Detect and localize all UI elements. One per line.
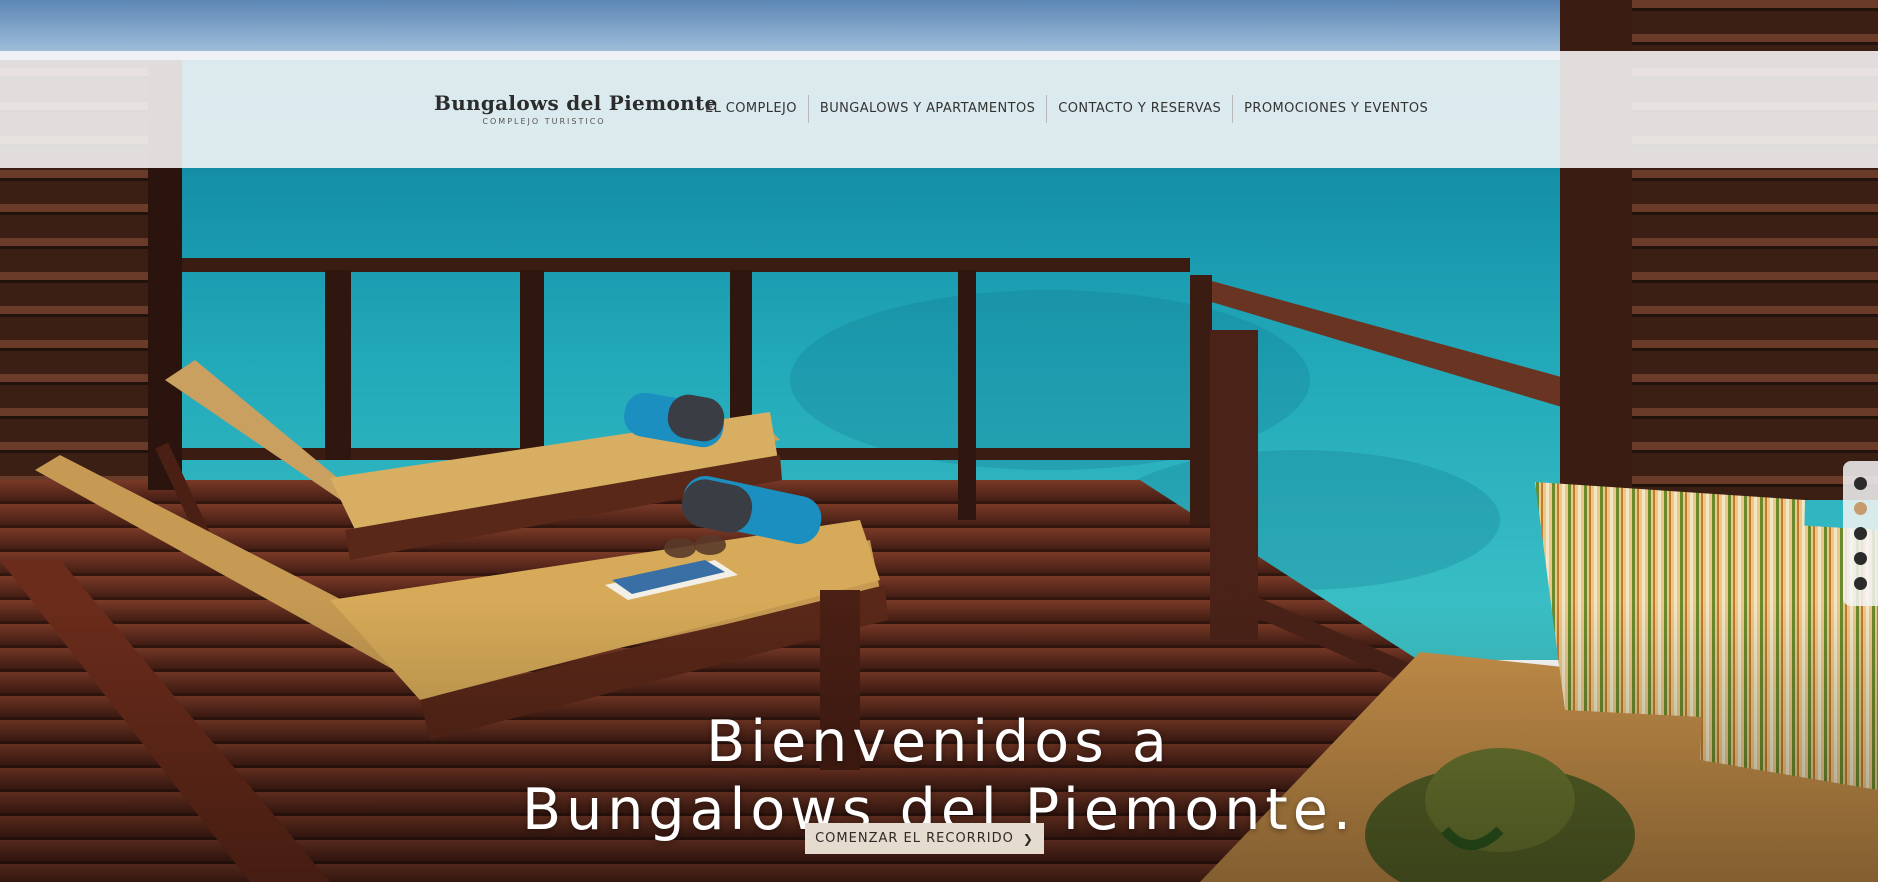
nav-item-promociones-eventos[interactable]: PROMOCIONES Y EVENTOS — [1233, 95, 1439, 123]
top-navbar: Bungalows del Piemonte COMPLEJO TURISTIC… — [0, 51, 1878, 168]
nav-item-contacto-reservas[interactable]: CONTACTO Y RESERVAS — [1047, 95, 1232, 123]
brand-logo[interactable]: Bungalows del Piemonte COMPLEJO TURISTIC… — [434, 91, 718, 126]
slider-pagination — [1843, 461, 1878, 606]
slider-dot-4[interactable] — [1854, 552, 1867, 565]
chevron-right-icon: ❯ — [1022, 831, 1034, 846]
brand-name: Bungalows del Piemonte — [434, 91, 718, 115]
start-tour-label: COMENZAR EL RECORRIDO — [815, 831, 1014, 846]
nav-item-bungalows-apartamentos[interactable]: BUNGALOWS Y APARTAMENTOS — [809, 95, 1046, 123]
slider-dot-5[interactable] — [1854, 577, 1867, 590]
nav-item-el-complejo[interactable]: EL COMPLEJO — [694, 95, 808, 123]
slider-dot-3[interactable] — [1854, 527, 1867, 540]
hero-headline-line-1: Bienvenidos a — [706, 709, 1172, 776]
slider-dot-2[interactable] — [1854, 502, 1867, 515]
main-nav: EL COMPLEJO BUNGALOWS Y APARTAMENTOS CON… — [694, 95, 1439, 123]
start-tour-button[interactable]: COMENZAR EL RECORRIDO ❯ — [805, 823, 1044, 854]
slider-dot-1[interactable] — [1854, 477, 1867, 490]
brand-tagline: COMPLEJO TURISTICO — [482, 117, 606, 126]
